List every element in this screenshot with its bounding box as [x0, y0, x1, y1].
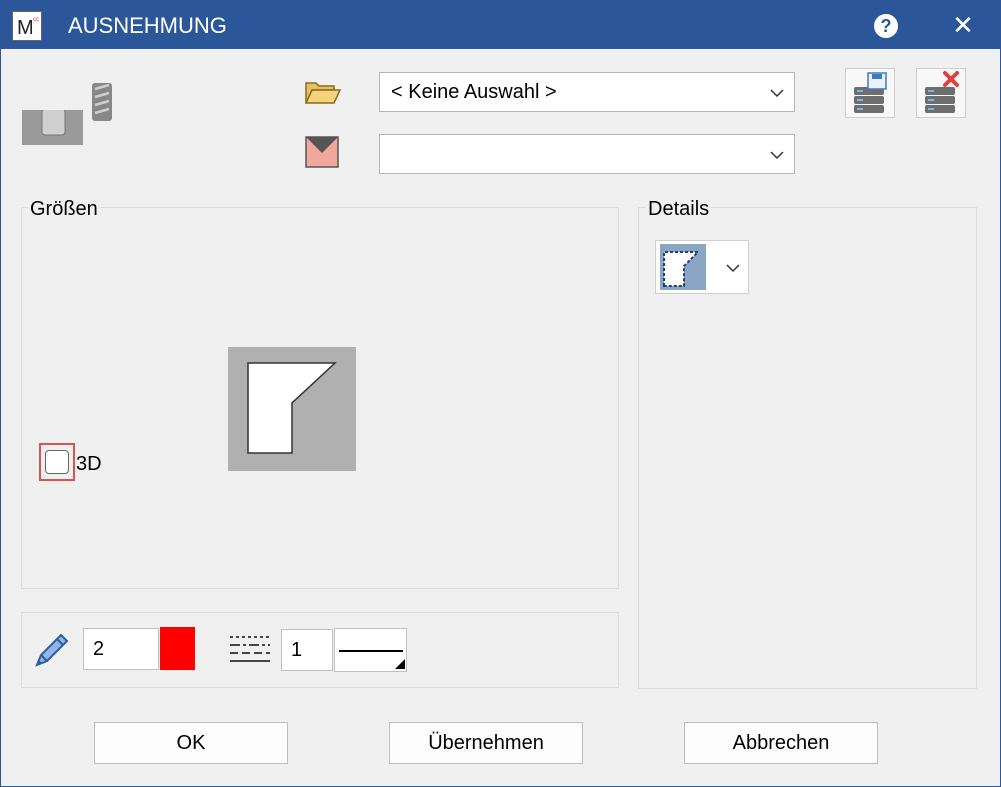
pen-style-combo[interactable]	[379, 134, 795, 174]
cancel-button[interactable]: Abbrechen	[684, 722, 878, 764]
line-type-selector[interactable]	[334, 628, 407, 672]
checkbox-3d-label: 3D	[76, 453, 102, 475]
close-icon: ✕	[952, 9, 974, 40]
database-delete-icon	[925, 71, 959, 113]
line-style-preview-icon	[339, 650, 405, 669]
pen-width-input[interactable]: 2	[83, 628, 159, 670]
pencil-icon	[31, 629, 73, 671]
ok-button[interactable]: OK	[94, 722, 288, 764]
line-type-icon	[229, 634, 271, 668]
pocket-preview	[228, 347, 356, 471]
dialog-window: M cc AUSNEHMUNG ? ✕ < Keine Auswahl > Gr…	[0, 0, 1001, 787]
apply-button[interactable]: Übernehmen	[389, 722, 583, 764]
sizes-group-label: Größen	[28, 198, 100, 221]
folder-open-icon[interactable]	[304, 79, 342, 107]
help-icon: ?	[874, 14, 898, 38]
line-type-value: 1	[291, 639, 303, 661]
selection-combo-value: < Keine Auswahl >	[391, 81, 557, 103]
details-style-dropdown[interactable]	[655, 240, 749, 294]
line-type-input[interactable]: 1	[281, 629, 333, 671]
app-icon-letter: M	[17, 17, 34, 39]
corner-detail-icon	[660, 244, 706, 290]
pen-width-value: 2	[93, 638, 105, 660]
delete-database-button[interactable]	[916, 68, 966, 118]
svg-text:cc: cc	[33, 17, 39, 23]
pen-color-swatch[interactable]	[160, 627, 195, 670]
close-button[interactable]: ✕	[943, 9, 983, 41]
envelope-icon[interactable]	[305, 136, 339, 168]
help-button[interactable]: ?	[871, 12, 901, 40]
pocket-tool-icon	[22, 83, 114, 147]
database-save-icon	[854, 72, 887, 113]
chevron-down-icon	[770, 151, 784, 160]
chevron-down-icon	[770, 89, 784, 98]
chevron-down-icon	[726, 264, 740, 273]
title-bar: M cc AUSNEHMUNG ? ✕	[1, 1, 1000, 49]
window-title: AUSNEHMUNG	[68, 13, 227, 38]
details-group-label: Details	[646, 198, 712, 221]
save-database-button[interactable]	[845, 68, 895, 118]
checkbox-3d[interactable]	[45, 450, 69, 474]
selection-combo[interactable]: < Keine Auswahl >	[379, 72, 795, 112]
app-icon: M cc	[12, 11, 42, 41]
